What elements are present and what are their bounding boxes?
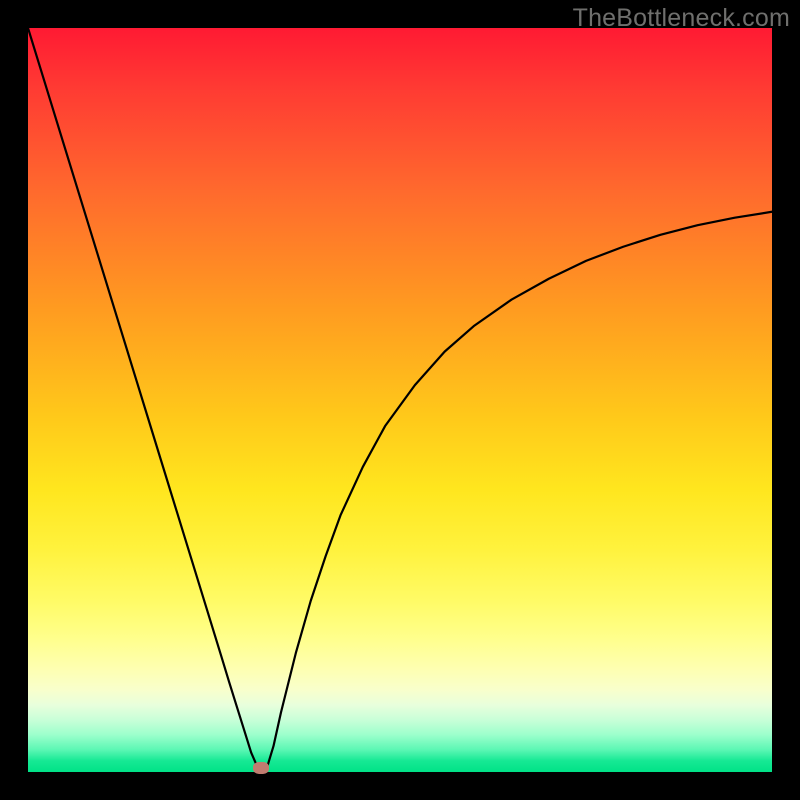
chart-frame: TheBottleneck.com (0, 0, 800, 800)
optimal-point-marker (253, 762, 269, 774)
curve-svg (28, 28, 772, 772)
watermark-text: TheBottleneck.com (573, 4, 790, 33)
bottleneck-curve (28, 28, 772, 771)
